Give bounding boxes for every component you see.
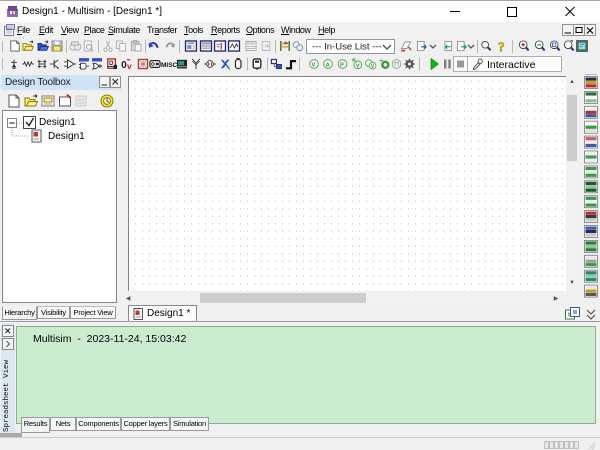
svg-text:v: v <box>127 61 132 71</box>
svg-text:V: V <box>356 63 360 69</box>
svg-text:P: P <box>340 63 344 69</box>
svg-text:MISC: MISC <box>161 62 178 69</box>
svg-text:V: V <box>311 63 315 69</box>
svg-text:A: A <box>325 63 330 69</box>
svg-text:?: ? <box>498 40 505 55</box>
svg-text:--- In-Use List ---: --- In-Use List --- <box>312 42 382 53</box>
svg-text:Interactive: Interactive <box>487 59 536 71</box>
